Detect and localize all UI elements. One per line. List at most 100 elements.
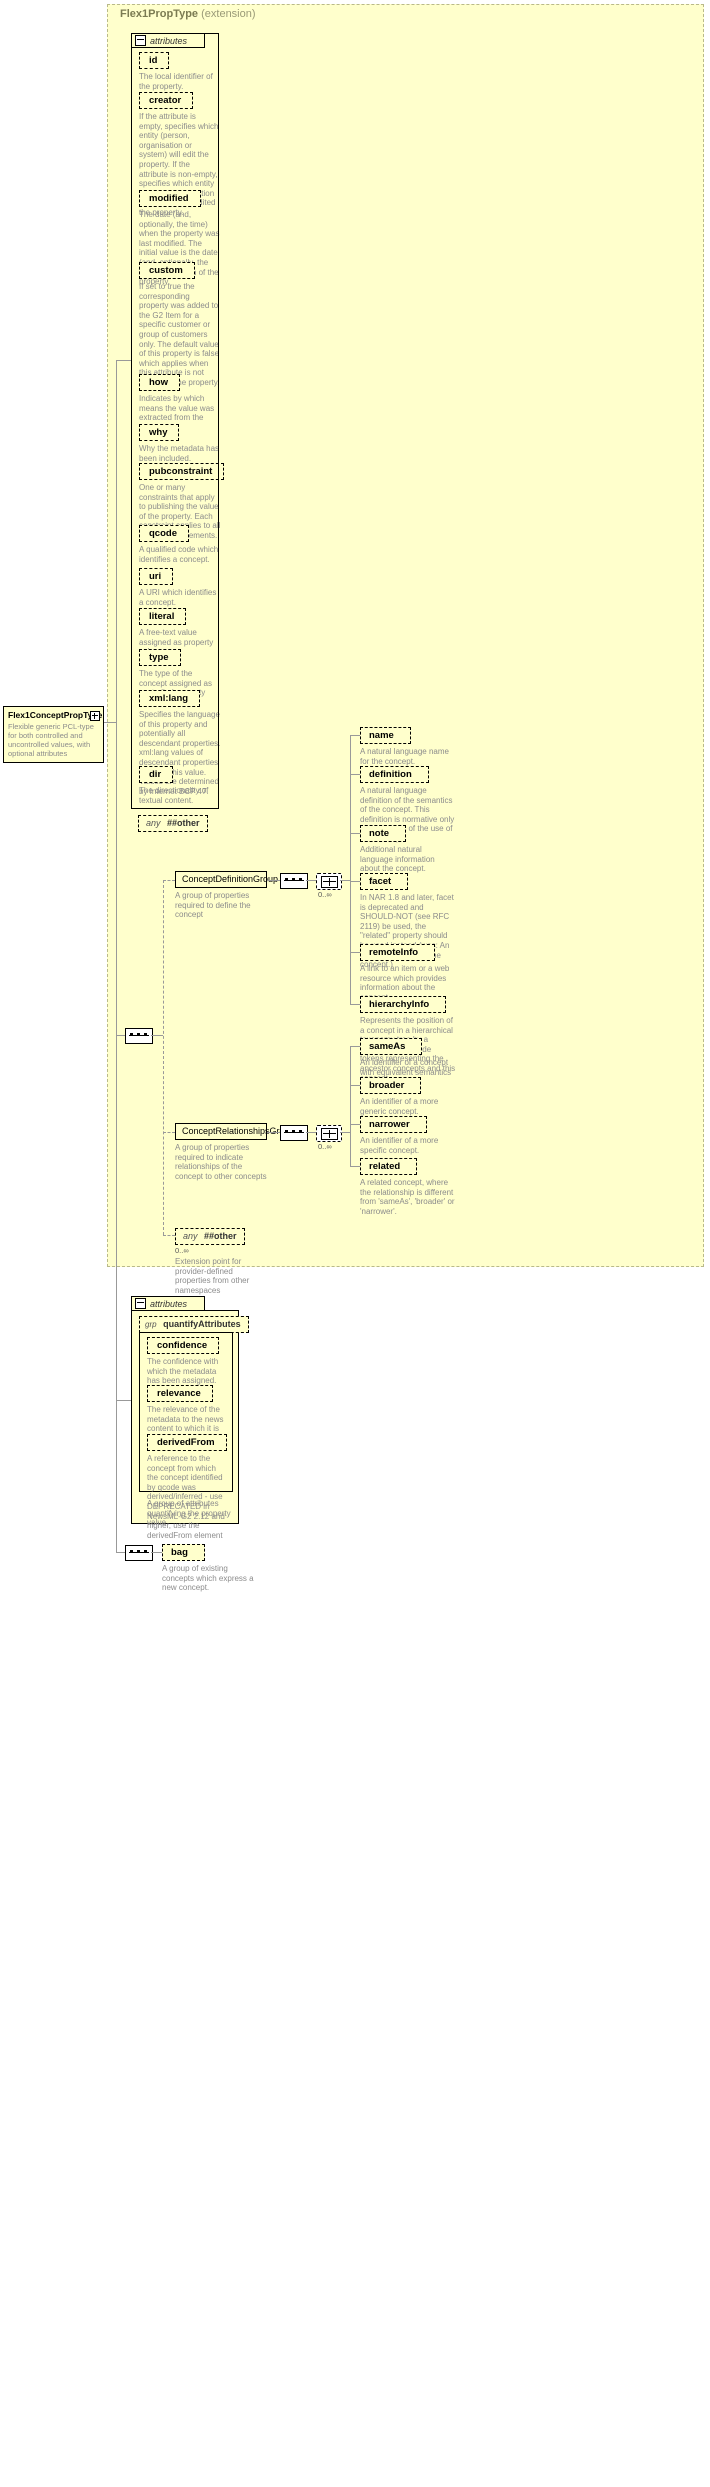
- connector-crg-child-1: [350, 1085, 360, 1086]
- any-element-box: any ##other: [175, 1228, 247, 1247]
- element-label: definition: [360, 766, 431, 785]
- attributes-label: attributes: [150, 35, 188, 46]
- collapse-minus-icon[interactable]: [135, 35, 146, 46]
- element-label: broader: [360, 1077, 424, 1096]
- root-type-name: Flex1ConceptPropType: [8, 710, 103, 720]
- connector-cdg-children-h: [340, 880, 350, 881]
- connector-cdg-child-1: [350, 774, 360, 775]
- connector-cdg-child-2: [350, 833, 360, 834]
- sequence-connector-main[interactable]: [125, 1028, 153, 1044]
- connector-crg-child-2: [350, 1124, 360, 1125]
- attribute-name: relevance: [147, 1385, 215, 1404]
- connector-lower-spine: [116, 1035, 117, 1552]
- connector-seq-out: [151, 1035, 163, 1036]
- connector-cdg-child-3: [350, 881, 360, 882]
- group-quantify-attributes[interactable]: grp quantifyAttributes: [139, 1316, 251, 1335]
- element-description: An identifier of a more specific concept…: [360, 1136, 439, 1155]
- group-concept-definition[interactable]: ConceptDefinitionGroup A group of proper…: [175, 871, 278, 920]
- any-occurrence-label: 0..∞: [175, 1246, 189, 1255]
- group-description: A group of properties required to define…: [175, 891, 251, 920]
- connector-cdg-out: [267, 880, 280, 881]
- element-description: An identifier of a concept with equivale…: [360, 1058, 452, 1077]
- element-label: note: [360, 825, 409, 844]
- element-remoteinfo[interactable]: remoteInfo A link to an item or a web re…: [360, 944, 456, 1002]
- connector-branch-v: [163, 880, 164, 1235]
- connector-spine-down: [116, 722, 117, 1035]
- group-concept-relationships[interactable]: ConceptRelationshipsGroup A group of pro…: [175, 1123, 295, 1181]
- element-label: hierarchyInfo: [360, 996, 449, 1015]
- group-description: A group of properties required to indica…: [175, 1143, 267, 1181]
- element-description: An identifier of a more generic concept.: [360, 1097, 439, 1116]
- connector-bag-out: [151, 1552, 162, 1553]
- attribute-name: confidence: [147, 1337, 222, 1356]
- connector-branch-crg: [163, 1132, 175, 1133]
- expand-plus-icon[interactable]: [90, 711, 100, 721]
- element-label: related: [360, 1158, 420, 1177]
- occurrence-label-cdg: 0..∞: [318, 890, 332, 899]
- element-bag[interactable]: bag A group of existing concepts which e…: [162, 1544, 254, 1593]
- attribute-description: The confidence with which the metadata h…: [147, 1357, 219, 1386]
- attribute-name: derivedFrom: [147, 1434, 229, 1453]
- any-attribute-box: any ##other: [138, 815, 210, 834]
- connector-cdg-child-4: [350, 952, 360, 953]
- collapse-minus-icon[interactable]: [135, 1298, 146, 1309]
- group-chip: grp quantifyAttributes: [139, 1316, 251, 1335]
- connector-cdg-child-5: [350, 1004, 360, 1005]
- connector-to-bag-seq: [116, 1552, 125, 1553]
- extension-suffix: (extension): [201, 8, 256, 20]
- sequence-connector-cdg[interactable]: [280, 873, 308, 889]
- group-name: ConceptRelationshipsGroup: [175, 1123, 295, 1142]
- occurrence-marker-crg[interactable]: [316, 1125, 342, 1142]
- root-type-description: Flexible generic PCL-type for both contr…: [8, 722, 94, 758]
- connector-root-v: [116, 360, 117, 722]
- connector-attr-h: [116, 360, 131, 361]
- element-label: facet: [360, 873, 411, 892]
- element-description: Additional natural language information …: [360, 845, 435, 874]
- element-label: name: [360, 727, 413, 746]
- connector-lower-attrs: [116, 1400, 131, 1401]
- element-name[interactable]: name A natural language name for the con…: [360, 727, 456, 766]
- element-description: A related concept, where the relationshi…: [360, 1178, 455, 1216]
- any-keyword: any: [183, 1231, 198, 1241]
- any-namespace: ##other: [167, 818, 200, 828]
- any-other-element[interactable]: any ##other 0..∞ Extension point for pro…: [175, 1228, 267, 1295]
- connector-cdg-seq-out: [306, 880, 316, 881]
- root-type-box[interactable]: Flex1ConceptPropType Flexible generic PC…: [3, 706, 104, 763]
- element-label: sameAs: [360, 1038, 425, 1057]
- sequence-connector-crg[interactable]: [280, 1125, 308, 1141]
- element-label: bag: [162, 1544, 207, 1563]
- group-name: quantifyAttributes: [163, 1319, 241, 1329]
- element-related[interactable]: related A related concept, where the rel…: [360, 1158, 456, 1216]
- element-label: narrower: [360, 1116, 429, 1135]
- connector-root-h: [104, 722, 116, 723]
- element-narrower[interactable]: narrower An identifier of a more specifi…: [360, 1116, 456, 1155]
- group-name: ConceptDefinitionGroup: [175, 871, 278, 890]
- connector-branch-any: [163, 1235, 175, 1236]
- any-keyword: any: [146, 818, 161, 828]
- connector-to-seq: [116, 1035, 125, 1036]
- any-element-description: Extension point for provider-defined pro…: [175, 1257, 250, 1295]
- element-description: A natural language name for the concept.: [360, 747, 449, 766]
- extension-type-name: Flex1PropType: [120, 8, 199, 20]
- connector-crg-seq-out: [306, 1132, 316, 1133]
- group-keyword: grp: [145, 1320, 157, 1329]
- attributes-tab-upper[interactable]: attributes: [131, 33, 205, 48]
- attributes-tab-lower[interactable]: attributes: [131, 1296, 205, 1311]
- any-other-attribute[interactable]: any ##other: [138, 815, 210, 834]
- occurrence-label-crg: 0..∞: [318, 1142, 332, 1151]
- sequence-connector-bag[interactable]: [125, 1545, 153, 1561]
- attributes-label: attributes: [150, 1298, 188, 1309]
- attributes-frame-extension: [131, 47, 219, 809]
- connector-crg-child-0: [350, 1046, 360, 1047]
- connector-cdg-child-0: [350, 735, 360, 736]
- element-sameas[interactable]: sameAs An identifier of a concept with e…: [360, 1038, 456, 1077]
- element-note[interactable]: note Additional natural language informa…: [360, 825, 456, 874]
- element-description: A group of existing concepts which expre…: [162, 1564, 254, 1593]
- element-broader[interactable]: broader An identifier of a more generic …: [360, 1077, 456, 1116]
- element-label: remoteInfo: [360, 944, 438, 963]
- attribute-confidence[interactable]: confidence The confidence with which the…: [147, 1337, 227, 1386]
- occurrence-marker-cdg[interactable]: [316, 873, 342, 890]
- connector-cdg-children-v: [350, 735, 351, 1005]
- extension-title: Flex1PropType (extension): [120, 8, 256, 20]
- any-namespace: ##other: [204, 1231, 237, 1241]
